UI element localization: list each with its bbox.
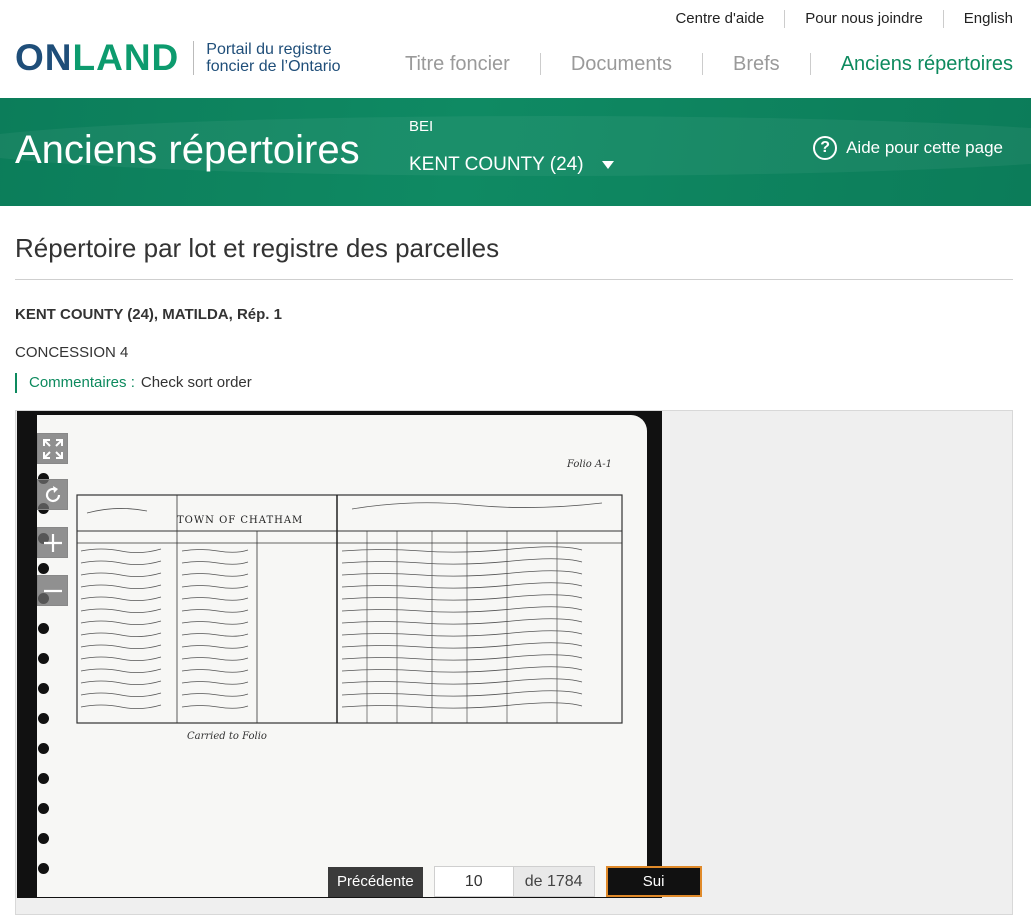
contact-link[interactable]: Pour nous joindre	[785, 10, 944, 28]
next-page-button[interactable]: Sui	[605, 866, 702, 897]
office-selector-value: KENT COUNTY (24)	[409, 154, 584, 175]
page-help-button[interactable]: ? Aide pour cette page	[813, 136, 1003, 160]
office-selector[interactable]: KENT COUNTY (24)	[409, 154, 614, 176]
rotate-icon	[45, 485, 60, 502]
logo-wordmark: ONLAND	[15, 38, 179, 78]
language-toggle-link[interactable]: English	[944, 10, 1013, 28]
rotate-button[interactable]	[37, 479, 68, 510]
ledger-header: TOWN OF CHATHAM	[177, 515, 303, 526]
page-number-input[interactable]	[433, 866, 514, 897]
nav-item-documents[interactable]: Documents	[541, 53, 703, 75]
question-circle-icon: ?	[813, 136, 838, 160]
banner-title: Anciens répertoires	[15, 128, 360, 172]
fullscreen-button[interactable]	[37, 433, 68, 464]
previous-page-button[interactable]: Précédente	[328, 866, 423, 897]
main-nav: Titre foncier Documents Brefs Anciens ré…	[375, 53, 1013, 75]
chevron-down-icon	[601, 161, 614, 169]
carried-to-folio-note: Carried to Folio	[187, 731, 267, 742]
nav-item-anciens-repertoires[interactable]: Anciens répertoires	[811, 53, 1013, 75]
page-banner: Anciens répertoires BEI KENT COUNTY (24)…	[0, 98, 1031, 206]
zoom-out-button[interactable]	[37, 575, 68, 606]
help-center-link[interactable]: Centre d'aide	[655, 10, 786, 28]
location-heading: KENT COUNTY (24), MATILDA, Rép. 1	[15, 306, 282, 323]
zoom-out-icon	[43, 589, 62, 592]
nav-item-titre-foncier[interactable]: Titre foncier	[375, 53, 541, 75]
page-help-label: Aide pour cette page	[846, 138, 1003, 157]
comments-row: Commentaires : Check sort order	[15, 373, 252, 393]
folio-label: Folio	[566, 459, 592, 470]
office-label: BEI	[409, 118, 434, 135]
logo-word-land: LAND	[72, 37, 180, 78]
nav-item-brefs[interactable]: Brefs	[703, 53, 811, 75]
logo-word-on: ON	[15, 37, 73, 78]
fullscreen-icon	[42, 438, 63, 459]
ledger-drawing: Folio A-1 TOWN OF CHATHAM	[76, 459, 623, 724]
zoom-in-icon	[43, 533, 62, 552]
comments-value: Check sort order	[140, 374, 252, 391]
utility-nav: Centre d'aide Pour nous joindre English	[655, 10, 1013, 28]
zoom-in-button[interactable]	[37, 527, 68, 558]
logo-tagline: Portail du registre foncier de l’Ontario	[193, 41, 341, 75]
page-navigation: Précédente de 1784 Sui	[328, 866, 702, 897]
scanned-page-image[interactable]: Folio A-1 TOWN OF CHATHAM Carried to Fol…	[17, 411, 662, 898]
title-divider	[15, 279, 1013, 280]
onland-logo[interactable]: ONLAND Portail du registre foncier de l’…	[15, 38, 341, 78]
folio-number: A-1	[594, 459, 612, 470]
document-viewer[interactable]: Folio A-1 TOWN OF CHATHAM Carried to Fol…	[15, 410, 1013, 915]
logo-tagline-line2: foncier de l’Ontario	[206, 58, 341, 75]
logo-tagline-line1: Portail du registre	[206, 41, 332, 58]
comments-label: Commentaires :	[29, 374, 135, 391]
page-total-label: de 1784	[513, 866, 595, 897]
concession-label: CONCESSION 4	[15, 344, 129, 361]
carried-label: Carried to Folio	[187, 731, 267, 742]
page-title: Répertoire par lot et registre des parce…	[15, 233, 500, 263]
